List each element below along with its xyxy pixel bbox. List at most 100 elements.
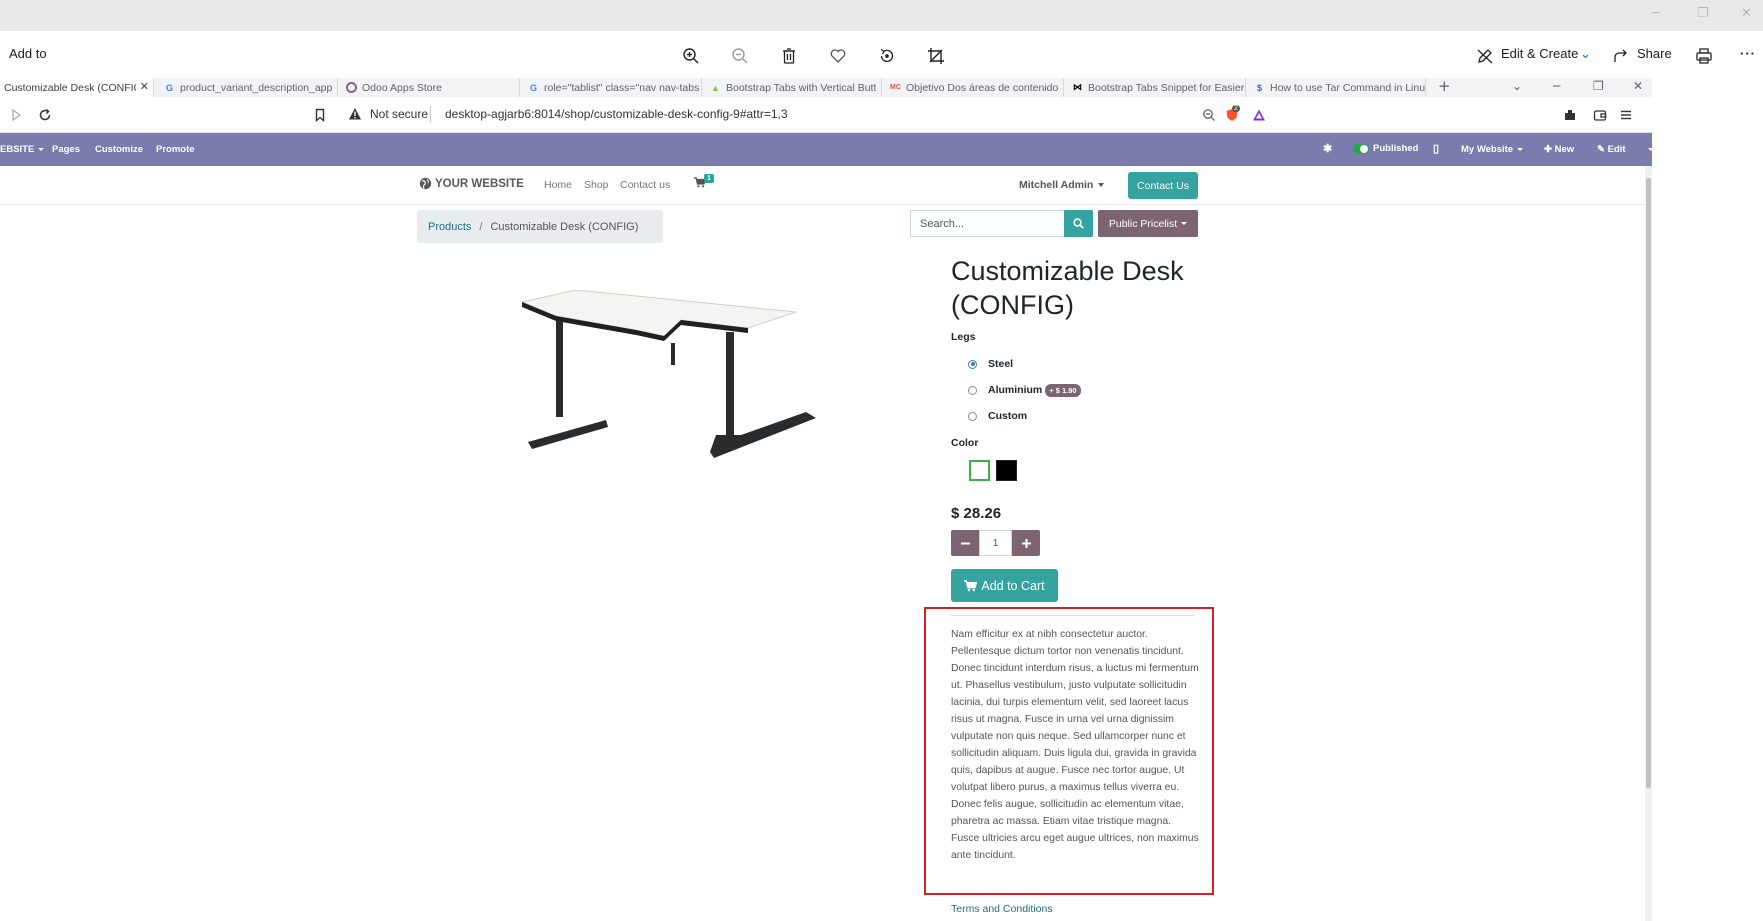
- menu-icon[interactable]: [1617, 106, 1635, 124]
- pricelist-dropdown[interactable]: Public Pricelist: [1098, 210, 1198, 237]
- website-header: YOUR WEBSITE Home Shop Contact us 1 Mitc…: [0, 166, 1652, 205]
- debug-bug-icon[interactable]: ✱: [1323, 142, 1332, 155]
- scrollbar-thumb[interactable]: [1646, 178, 1651, 788]
- viewer-title-bar: ─ ❐ ✕: [0, 0, 1763, 31]
- brave-rewards-icon[interactable]: [1250, 106, 1268, 124]
- tab-search-icon[interactable]: ⌄: [1512, 79, 1522, 93]
- favorite-icon[interactable]: [826, 44, 850, 68]
- crop-icon[interactable]: [924, 44, 948, 68]
- mc-icon: MC: [890, 84, 901, 91]
- chevron-down-icon[interactable]: ⌄: [1580, 46, 1591, 62]
- not-secure-label: Not secure: [370, 107, 429, 121]
- mobile-preview-icon[interactable]: ▯: [1433, 142, 1439, 155]
- tab-role-tablist[interactable]: G role="tablist" class="nav nav-tabs: [524, 78, 702, 97]
- promote-menu[interactable]: Promote: [156, 144, 195, 155]
- color-swatch-black[interactable]: [996, 460, 1017, 481]
- share-button[interactable]: Share: [1637, 46, 1672, 61]
- search-input[interactable]: [910, 210, 1065, 237]
- decrease-quantity-button[interactable]: [951, 530, 979, 556]
- pencil-icon: ✎: [1597, 144, 1608, 155]
- address-bar: Not secure desktop-agjarb6:8014/shop/cus…: [0, 97, 1652, 133]
- tab-objetivo[interactable]: MC Objetivo Dos áreas de contenido: [886, 78, 1064, 97]
- terms-and-conditions-link[interactable]: Terms and Conditions: [951, 903, 1053, 915]
- print-icon[interactable]: [1692, 44, 1716, 68]
- nav-home[interactable]: Home: [544, 179, 572, 191]
- breadcrumb-current: Customizable Desk (CONFIG): [490, 220, 639, 233]
- cart-button[interactable]: 1: [694, 174, 714, 193]
- close-tab-icon[interactable]: ✕: [140, 80, 149, 93]
- edit-create-button[interactable]: Edit & Create: [1501, 46, 1578, 61]
- legs-option-aluminium[interactable]: Aluminium + $ 1.90: [968, 383, 1081, 397]
- legs-option-steel[interactable]: Steel: [968, 357, 1013, 371]
- tab-bootstrap-vertical[interactable]: ▲ Bootstrap Tabs with Vertical Butt: [706, 78, 882, 97]
- color-attribute-label: Color: [951, 437, 979, 449]
- delete-icon[interactable]: [777, 44, 801, 68]
- caret-down-icon: [1181, 222, 1188, 225]
- restore-icon[interactable]: ❐: [1697, 6, 1709, 21]
- my-website-menu[interactable]: My Website: [1461, 144, 1524, 155]
- tab-label: product_variant_description_app: [180, 81, 333, 94]
- radio-button[interactable]: [968, 385, 977, 395]
- tab-odoo-apps[interactable]: Odoo Apps Store: [342, 78, 520, 97]
- close-icon[interactable]: ✕: [1741, 6, 1752, 21]
- edit-create-icon[interactable]: [1473, 44, 1497, 68]
- caret-down-icon: [38, 147, 45, 151]
- site-logo[interactable]: YOUR WEBSITE: [419, 177, 524, 190]
- tab-product-variant[interactable]: G product_variant_description_app: [160, 78, 338, 97]
- quantity-input[interactable]: [979, 530, 1012, 556]
- tab-tar-command[interactable]: $ How to use Tar Command in Linu: [1250, 78, 1426, 97]
- pricelist-label: Public Pricelist: [1108, 217, 1178, 230]
- minimize-icon[interactable]: ─: [1652, 6, 1660, 21]
- published-label: Published: [1373, 143, 1419, 154]
- reload-icon[interactable]: [36, 106, 54, 124]
- pages-menu[interactable]: Pages: [52, 144, 80, 155]
- page-scrollbar[interactable]: [1645, 166, 1652, 921]
- brave-shield-icon[interactable]: 2: [1223, 105, 1241, 124]
- website-menu[interactable]: EBSITE: [0, 144, 45, 155]
- add-to-cart-button[interactable]: Add to Cart: [951, 569, 1058, 602]
- radio-button[interactable]: [968, 359, 977, 369]
- share-icon[interactable]: [1609, 44, 1633, 68]
- add-to-button[interactable]: Add to: [9, 46, 47, 61]
- more-options-icon[interactable]: ···: [1740, 46, 1756, 61]
- customize-menu[interactable]: Customize: [95, 144, 143, 155]
- zoom-in-icon[interactable]: [679, 44, 703, 68]
- page-zoom-icon[interactable]: [1200, 106, 1218, 124]
- extensions-icon[interactable]: [1561, 106, 1579, 124]
- color-swatch-white[interactable]: [969, 460, 990, 481]
- my-website-label: My Website: [1461, 144, 1514, 155]
- warning-icon: [346, 105, 364, 123]
- wallet-icon[interactable]: [1591, 106, 1609, 124]
- plus-icon: ✚: [1544, 144, 1555, 155]
- legs-option-custom[interactable]: Custom: [968, 409, 1027, 423]
- new-tab-icon[interactable]: +: [1438, 77, 1451, 95]
- tab-bootstrap-snippet[interactable]: ⋈ Bootstrap Tabs Snippet for Easier: [1068, 78, 1246, 97]
- search-icon: [1073, 218, 1084, 229]
- edit-button[interactable]: ✎ Edit: [1597, 144, 1626, 155]
- tab-label: role="tablist" class="nav nav-tabs: [544, 81, 700, 94]
- option-label: Custom: [988, 410, 1028, 422]
- user-menu[interactable]: Mitchell Admin: [1019, 179, 1105, 191]
- back-icon[interactable]: [7, 106, 25, 124]
- zoom-out-icon[interactable]: [728, 44, 752, 68]
- radio-button[interactable]: [968, 411, 977, 421]
- product-title: Customizable Desk (CONFIG): [951, 256, 1184, 320]
- new-button[interactable]: ✚ New: [1544, 144, 1574, 155]
- contact-us-button[interactable]: Contact Us: [1128, 172, 1198, 199]
- rotate-icon[interactable]: [875, 44, 899, 68]
- breadcrumb-products[interactable]: Products: [428, 221, 471, 233]
- url-text[interactable]: desktop-agjarb6:8014/shop/customizable-d…: [445, 107, 788, 121]
- search-button[interactable]: [1064, 210, 1093, 237]
- nav-shop[interactable]: Shop: [584, 179, 609, 191]
- browser-close-icon[interactable]: ✕: [1633, 79, 1643, 93]
- published-toggle[interactable]: Published: [1353, 143, 1418, 154]
- product-image[interactable]: [516, 290, 832, 500]
- nav-contact-us[interactable]: Contact us: [620, 179, 670, 191]
- tab-customizable-desk[interactable]: Customizable Desk (CONFIG ✕: [0, 78, 154, 97]
- url-box[interactable]: Not secure desktop-agjarb6:8014/shop/cus…: [340, 102, 1245, 127]
- browser-minimize-icon[interactable]: ─: [1553, 79, 1560, 93]
- bookmark-icon[interactable]: [311, 106, 329, 124]
- increase-quantity-button[interactable]: [1012, 530, 1040, 556]
- tab-label: Bootstrap Tabs Snippet for Easier: [1088, 81, 1245, 94]
- browser-restore-icon[interactable]: ❐: [1593, 79, 1604, 93]
